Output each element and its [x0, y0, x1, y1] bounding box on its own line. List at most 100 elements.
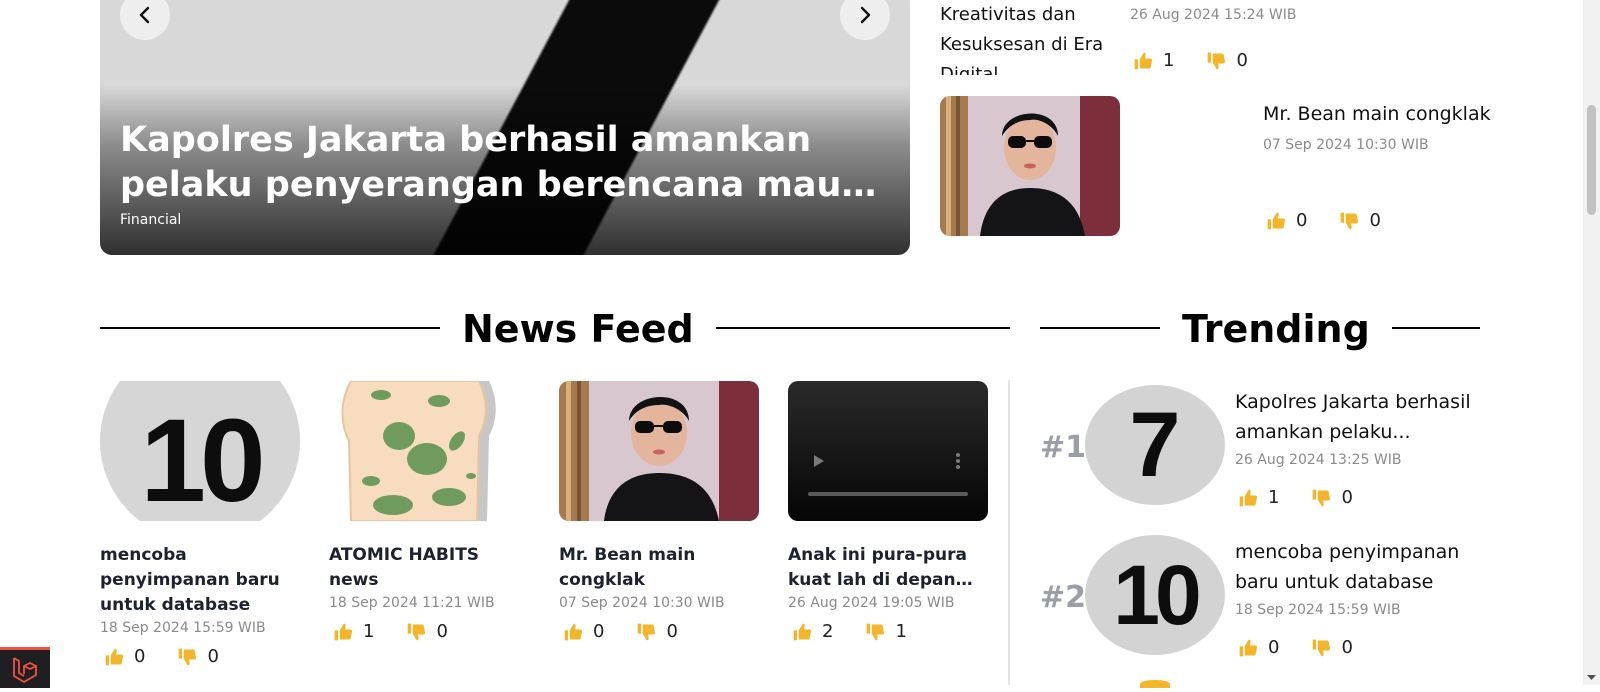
trending-title[interactable]: Kapolres Jakarta berhasil amankan pelaku…	[1235, 387, 1485, 447]
side-item-reactions-2: 0 0	[1266, 210, 1403, 231]
image-number: 10	[140, 395, 265, 521]
news-card[interactable]: ATOMIC HABITS news 18 Sep 2024 11:21 WIB…	[329, 381, 529, 642]
scrollbar-thumb[interactable]	[1587, 105, 1596, 215]
carousel-category[interactable]: Financial	[120, 212, 181, 228]
bread-illustration	[341, 381, 496, 521]
scroll-down-arrow-icon[interactable]	[1587, 675, 1596, 681]
dislike-button[interactable]: 0	[636, 621, 678, 642]
thumbs-down-icon	[1313, 639, 1331, 656]
thumbs-down-icon	[1341, 212, 1359, 229]
news-card-date: 26 Aug 2024 19:05 WIB	[788, 595, 955, 611]
debugbar-toggle[interactable]	[0, 647, 50, 688]
side-item-image-2[interactable]	[940, 96, 1120, 236]
news-card-date: 18 Sep 2024 15:59 WIB	[100, 620, 266, 636]
thumbs-up-icon	[334, 623, 353, 640]
person-photo	[940, 96, 1120, 236]
like-button[interactable]: 0	[1266, 210, 1307, 231]
dislike-button[interactable]: 1	[865, 621, 907, 642]
dislike-button[interactable]: 0	[1311, 637, 1353, 658]
trending-reactions: 0 0	[1238, 637, 1375, 658]
hero-carousel[interactable]: Kapolres Jakarta berhasil amankan pelaku…	[100, 0, 910, 255]
thumbs-up-icon	[1239, 489, 1258, 506]
news-card[interactable]: Mr. Bean main congklak 07 Sep 2024 10:30…	[559, 381, 759, 642]
thumbs-up-icon	[1239, 639, 1258, 656]
news-card[interactable]: Anak ini pura-pura kuat lah di depan tem…	[788, 381, 988, 642]
news-card-title[interactable]: ATOMIC HABITS news	[329, 543, 529, 593]
side-item-date-1: 26 Aug 2024 15:24 WIB	[1130, 7, 1297, 23]
vertical-scrollbar[interactable]	[1583, 0, 1600, 685]
dislike-button[interactable]: 0	[1311, 487, 1353, 508]
dislike-count: 0	[1341, 637, 1353, 658]
news-feed-heading: News Feed	[440, 307, 716, 351]
news-card-title[interactable]: mencoba penyimpanan baru untuk database	[100, 543, 300, 618]
like-count: 1	[363, 621, 375, 642]
news-card-image: 10	[100, 381, 300, 521]
dislike-button[interactable]: 0	[406, 621, 448, 642]
like-button[interactable]: 0	[1238, 637, 1279, 658]
like-count: 0	[1296, 210, 1308, 231]
like-button[interactable]: 1	[1133, 50, 1174, 71]
more-options-icon[interactable]	[956, 453, 960, 457]
thumbs-up-icon	[105, 648, 124, 665]
trending-image[interactable]: 7	[1085, 385, 1225, 505]
like-count: 2	[822, 621, 834, 642]
dislike-count: 0	[1369, 210, 1381, 231]
trending-image[interactable]: 10	[1085, 535, 1225, 655]
side-item-title-2[interactable]: Mr. Bean main congklak	[1263, 103, 1491, 125]
thumbs-down-icon	[179, 648, 197, 665]
like-button[interactable]: 1	[333, 621, 374, 642]
side-item-date-2: 07 Sep 2024 10:30 WIB	[1263, 137, 1429, 153]
news-card-image	[329, 381, 529, 521]
chevron-right-icon	[860, 6, 871, 24]
trending-rank: #1	[1040, 430, 1087, 465]
video-player[interactable]	[788, 381, 988, 521]
dislike-button[interactable]: 0	[1206, 50, 1248, 71]
like-count: 1	[1163, 50, 1175, 71]
like-button[interactable]: 0	[563, 621, 604, 642]
dislike-button[interactable]: 0	[1339, 210, 1381, 231]
like-count: 1	[1268, 487, 1280, 508]
trending-reactions: 1 0	[1238, 487, 1375, 508]
thumbs-up-icon	[1134, 52, 1153, 69]
news-card-reactions: 0 0	[104, 646, 300, 667]
laravel-logo-icon	[13, 657, 37, 683]
thumbs-down-icon	[638, 623, 656, 640]
trending-heading: Trending	[1160, 307, 1392, 351]
dislike-count: 0	[436, 621, 448, 642]
news-card-reactions: 0 0	[563, 621, 759, 642]
person-photo	[559, 381, 759, 521]
side-item-title-1[interactable]: Kreativitas dan Kesuksesan di Era Digita…	[940, 0, 1110, 75]
dislike-count: 1	[895, 621, 907, 642]
trending-date: 18 Sep 2024 15:59 WIB	[1235, 602, 1401, 618]
thumbs-down-icon	[867, 623, 885, 640]
dislike-button[interactable]: 0	[177, 646, 219, 667]
news-card[interactable]: 10 mencoba penyimpanan baru untuk databa…	[100, 381, 300, 667]
image-number: 7	[1129, 393, 1181, 496]
news-card-reactions: 1 0	[333, 621, 529, 642]
play-icon[interactable]	[814, 455, 824, 467]
trending-title[interactable]: mencoba penyimpanan baru untuk database	[1235, 537, 1485, 597]
thumbs-down-icon	[1208, 52, 1226, 69]
like-button[interactable]: 1	[1238, 487, 1279, 508]
carousel-title[interactable]: Kapolres Jakarta berhasil amankan pelaku…	[120, 118, 880, 208]
like-button[interactable]: 0	[104, 646, 145, 667]
news-card-image	[559, 381, 759, 521]
thumbs-up-icon	[1267, 212, 1286, 229]
news-card-date: 07 Sep 2024 10:30 WIB	[559, 595, 725, 611]
thumbs-up-icon	[793, 623, 812, 640]
thumbs-down-icon	[1313, 489, 1331, 506]
trending-rank: #2	[1040, 580, 1087, 615]
like-button[interactable]: 2	[792, 621, 833, 642]
news-card-title[interactable]: Anak ini pura-pura kuat lah di depan tem…	[788, 543, 988, 593]
trending-date: 26 Aug 2024 13:25 WIB	[1235, 452, 1402, 468]
news-card-title[interactable]: Mr. Bean main congklak	[559, 543, 759, 593]
dislike-count: 0	[1236, 50, 1248, 71]
thumbs-up-icon	[564, 623, 583, 640]
column-separator	[1008, 380, 1010, 685]
like-count: 0	[1268, 637, 1280, 658]
thumbs-down-icon	[408, 623, 426, 640]
like-count: 0	[134, 646, 146, 667]
dislike-count: 0	[1341, 487, 1353, 508]
dislike-count: 0	[207, 646, 219, 667]
video-progress-bar[interactable]	[808, 492, 968, 496]
